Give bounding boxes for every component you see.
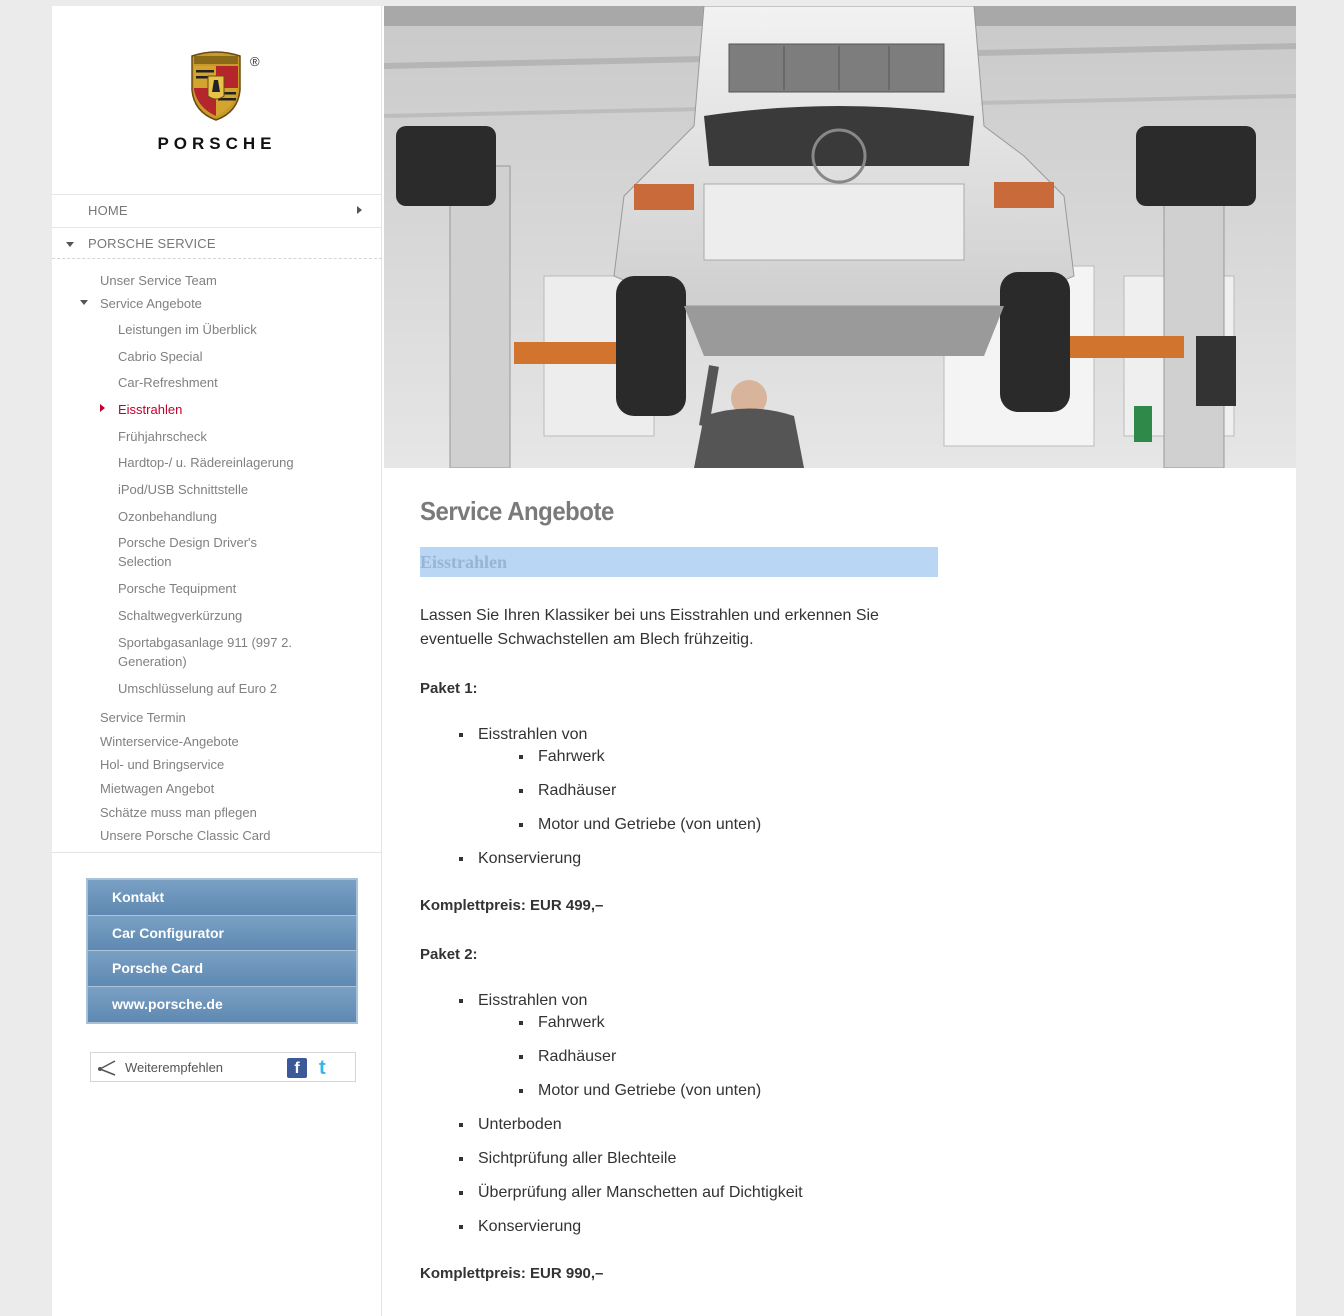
- nav-item-sportabgas[interactable]: Sportabgasanlage 911 (997 2. Generation): [118, 633, 338, 671]
- quicklinks-box: Kontakt Car Configurator Porsche Card ww…: [86, 878, 358, 1024]
- nav-item-winterservice[interactable]: Winterservice-Angebote: [100, 732, 239, 751]
- quicklink-porsche-de[interactable]: www.porsche.de: [88, 986, 356, 1022]
- quicklink-porsche-card[interactable]: Porsche Card: [88, 951, 356, 987]
- list-item-text: Eisstrahlen von: [478, 992, 588, 1009]
- quicklink-kontakt[interactable]: Kontakt: [88, 880, 356, 916]
- nav-home-label: HOME: [88, 203, 128, 218]
- list-item: Radhäuser: [519, 1047, 980, 1067]
- package-1-list: Eisstrahlen von Fahrwerk Radhäuser Motor…: [420, 725, 980, 869]
- porsche-wordmark: PORSCHE: [157, 134, 276, 152]
- svg-text:PORSCHE: PORSCHE: [157, 134, 276, 152]
- nav-item-umschluesselung[interactable]: Umschlüsselung auf Euro 2: [118, 679, 338, 698]
- list-item: Konservierung: [459, 849, 980, 869]
- package-2-list: Eisstrahlen von Fahrwerk Radhäuser Motor…: [420, 991, 980, 1237]
- nav-item-hardtop[interactable]: Hardtop-/ u. Rädereinlagerung: [118, 453, 338, 472]
- nav-divider: [52, 852, 382, 853]
- nav-item-eisstrahlen[interactable]: Eisstrahlen: [118, 400, 338, 419]
- chevron-right-icon: [357, 206, 362, 214]
- nav-item-mietwagen[interactable]: Mietwagen Angebot: [100, 779, 214, 798]
- intro-text: Lassen Sie Ihren Klassiker bei uns Eisst…: [420, 607, 879, 648]
- list-item: Sichtprüfung aller Blechteile: [459, 1149, 980, 1169]
- package-1-title: Paket 1:: [420, 680, 478, 697]
- nav-item-car-refreshment[interactable]: Car-Refreshment: [118, 373, 338, 392]
- nav-item-ozonbehandlung[interactable]: Ozonbehandlung: [118, 507, 338, 526]
- hero-image-porsche-on-lift: [384, 6, 1296, 468]
- porsche-crest-icon: [191, 51, 241, 121]
- list-item: Eisstrahlen von Fahrwerk Radhäuser Motor…: [459, 725, 980, 835]
- nav-item-unser-service-team[interactable]: Unser Service Team: [100, 271, 217, 290]
- list-item: Konservierung: [459, 1217, 980, 1237]
- package-1-price: Komplettpreis: EUR 499,–: [420, 897, 604, 914]
- sidebar: ® PORSCHE HOME PORSCHE SERVICE Unser Ser…: [52, 6, 382, 1316]
- nav-porsche-service-label: PORSCHE SERVICE: [88, 236, 216, 251]
- twitter-icon[interactable]: t: [319, 1057, 339, 1079]
- nav-item-cabrio-special[interactable]: Cabrio Special: [118, 347, 338, 366]
- page-title: Service Angebote: [420, 496, 614, 526]
- list-item: Radhäuser: [519, 781, 980, 801]
- list-item: Motor und Getriebe (von unten): [519, 1081, 980, 1101]
- nav-home[interactable]: HOME: [52, 194, 382, 226]
- section-subtitle: Eisstrahlen: [420, 547, 938, 577]
- list-item: Überprüfung aller Manschetten auf Dichti…: [459, 1183, 980, 1203]
- active-arrow-icon: [100, 404, 105, 412]
- nav-item-service-termin[interactable]: Service Termin: [100, 708, 186, 727]
- nav-item-ipod-usb[interactable]: iPod/USB Schnittstelle: [118, 480, 338, 499]
- nav-porsche-service[interactable]: PORSCHE SERVICE: [52, 227, 382, 259]
- list-item: Eisstrahlen von Fahrwerk Radhäuser Motor…: [459, 991, 980, 1101]
- share-label[interactable]: Weiterempfehlen: [125, 1060, 223, 1075]
- nav-item-hol-bring[interactable]: Hol- und Bringservice: [100, 755, 224, 774]
- list-item-text: Eisstrahlen von: [478, 726, 588, 743]
- chevron-down-icon: [80, 300, 88, 305]
- nav-item-schaltweg[interactable]: Schaltwegverkürzung: [118, 606, 338, 625]
- nav-item-fruehjahrscheck[interactable]: Frühjahrscheck: [118, 427, 338, 446]
- nav-item-tequipment[interactable]: Porsche Tequipment: [118, 579, 338, 598]
- porsche-logo[interactable]: ® PORSCHE: [122, 50, 312, 160]
- share-bar: Weiterempfehlen f t: [90, 1052, 356, 1082]
- list-item: Motor und Getriebe (von unten): [519, 815, 980, 835]
- page: ® PORSCHE HOME PORSCHE SERVICE Unser Ser…: [52, 6, 1296, 1316]
- package-2-title: Paket 2:: [420, 946, 478, 963]
- facebook-icon[interactable]: f: [287, 1058, 307, 1078]
- nav-item-schaetze[interactable]: Schätze muss man pflegen: [100, 803, 257, 822]
- chevron-down-icon: [66, 242, 74, 247]
- list-item: Fahrwerk: [519, 747, 980, 767]
- share-icon[interactable]: [97, 1059, 119, 1077]
- registered-mark: ®: [250, 54, 260, 69]
- nav-item-service-angebote[interactable]: Service Angebote: [100, 294, 202, 313]
- list-item: Unterboden: [459, 1115, 980, 1135]
- main-content: Service Angebote Eisstrahlen Lassen Sie …: [420, 496, 980, 1282]
- package-2-price: Komplettpreis: EUR 990,–: [420, 1265, 604, 1282]
- nav-item-classic-card[interactable]: Unsere Porsche Classic Card: [100, 826, 271, 845]
- nav-item-leistungen[interactable]: Leistungen im Überblick: [118, 320, 338, 339]
- nav-item-design-selection[interactable]: Porsche Design Driver's Selection: [118, 533, 288, 571]
- list-item: Fahrwerk: [519, 1013, 980, 1033]
- quicklink-car-configurator[interactable]: Car Configurator: [88, 915, 356, 951]
